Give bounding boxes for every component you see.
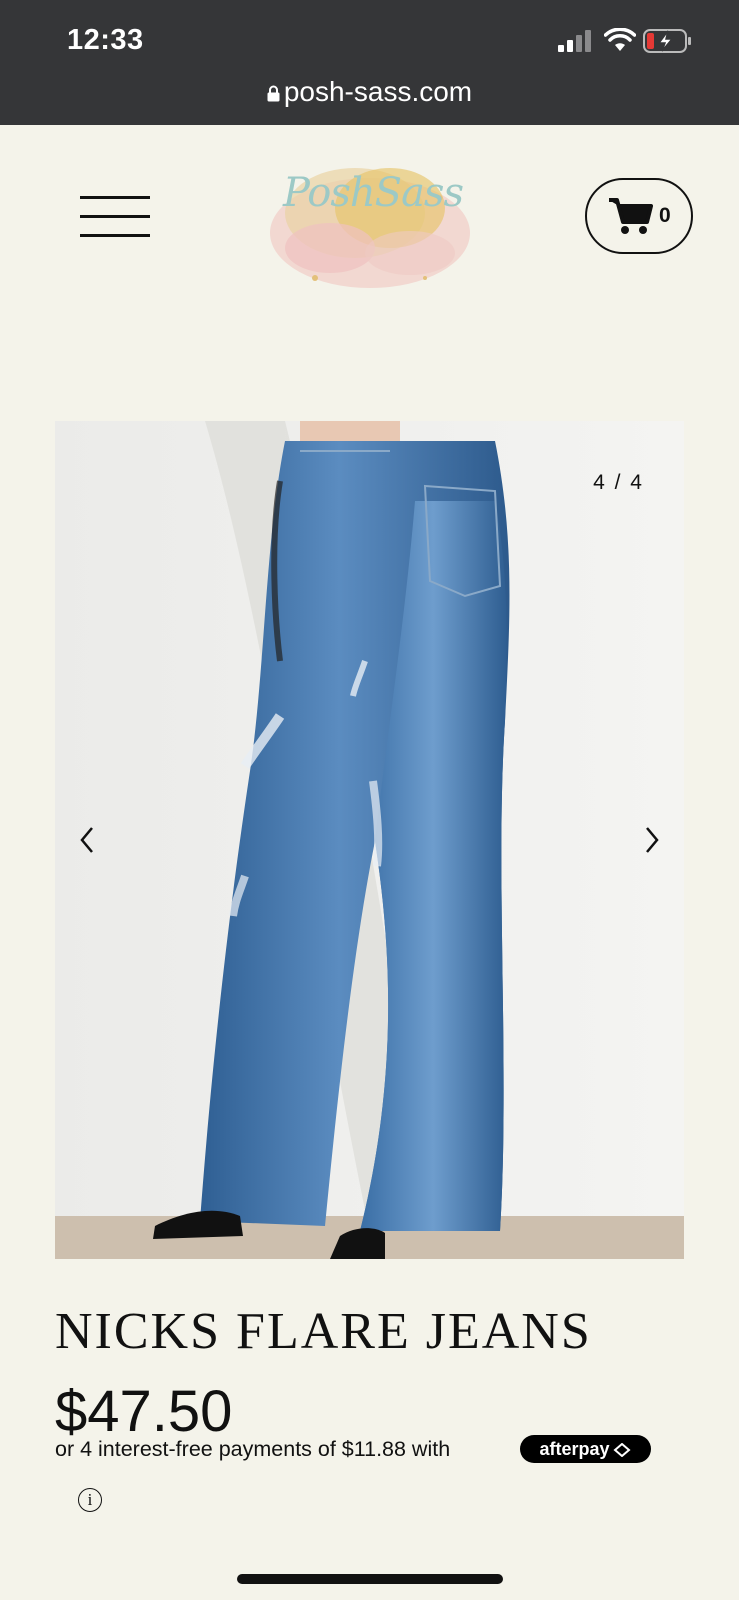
url-text: posh-sass.com xyxy=(283,76,473,107)
wifi-icon xyxy=(604,28,636,51)
info-icon[interactable]: i xyxy=(78,1488,102,1512)
menu-bar xyxy=(80,234,150,237)
home-indicator[interactable] xyxy=(237,1574,503,1584)
logo-text: PoshSass xyxy=(283,170,464,216)
afterpay-arrows-icon xyxy=(612,1442,631,1458)
status-bar: 12:33 posh-sass.com xyxy=(0,0,739,125)
cart-count: 0 xyxy=(659,204,671,227)
hamburger-menu-button[interactable] xyxy=(80,194,150,242)
cellular-signal-icon xyxy=(558,30,591,52)
product-title: NICKS FLARE JEANS xyxy=(55,1303,592,1360)
cart-button[interactable]: 0 xyxy=(585,178,693,254)
lock-icon xyxy=(267,85,280,102)
battery-charging-icon xyxy=(643,29,691,53)
address-bar[interactable]: posh-sass.com xyxy=(0,76,739,108)
status-time: 12:33 xyxy=(67,24,144,56)
product-image-gallery[interactable]: 4 / 4 xyxy=(55,421,684,1259)
shopping-cart-icon xyxy=(609,198,653,234)
logo-watercolor-graphic xyxy=(270,168,470,288)
installments-text: or 4 interest-free payments of $11.88 wi… xyxy=(55,1437,451,1461)
afterpay-badge[interactable]: afterpay xyxy=(520,1435,651,1463)
afterpay-label: afterpay xyxy=(539,1439,610,1459)
product-price: $47.50 xyxy=(55,1379,233,1444)
chevron-right-icon[interactable] xyxy=(642,825,662,855)
brand-logo[interactable]: PoshSass xyxy=(260,138,485,303)
menu-bar xyxy=(80,215,150,218)
product-photo-jeans xyxy=(55,421,684,1259)
chevron-left-icon[interactable] xyxy=(77,825,97,855)
menu-bar xyxy=(80,196,150,199)
image-counter: 4 / 4 xyxy=(593,471,644,494)
